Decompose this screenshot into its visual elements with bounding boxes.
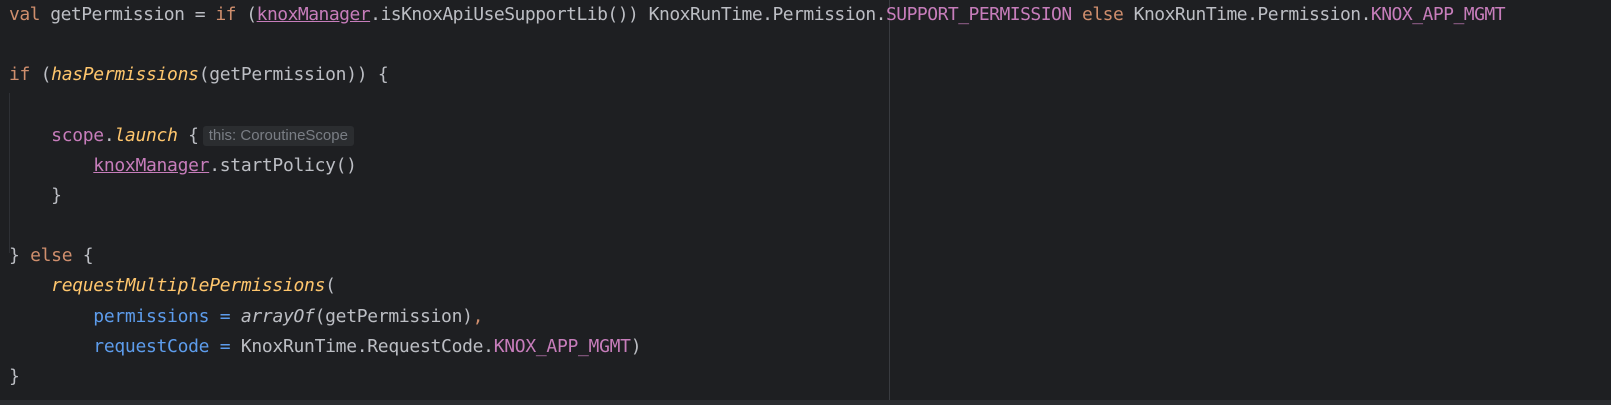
code-line-10[interactable]: } [9, 361, 20, 392]
horizontal-scrollbar[interactable] [0, 400, 1611, 405]
code-line-6[interactable]: } else { [9, 240, 94, 271]
code-line-4[interactable]: knoxManager.startPolicy() [9, 150, 357, 181]
keyword-val: val [9, 4, 40, 25]
support-permission-const: SUPPORT_PERMISSION [885, 4, 1072, 25]
inlay-hint-coroutine-scope: this: CoroutineScope [202, 126, 354, 146]
close-brace: } [9, 366, 20, 387]
scope-ref: scope [51, 125, 104, 146]
open-paren: ( [325, 275, 336, 296]
variable-declaration: getPermission = [39, 4, 216, 25]
permissions-param: permissions [93, 306, 210, 327]
code-line-1[interactable]: val getPermission = if (knoxManager.isKn… [9, 0, 1506, 30]
array-of-fn: arrayOf [240, 306, 315, 327]
knox-app-mgmt-const: KNOX_APP_MGMT [493, 336, 631, 357]
knox-manager-ref[interactable]: knoxManager [257, 4, 371, 25]
dot: . [103, 125, 115, 146]
open-brace: { [177, 125, 199, 146]
code-line-9[interactable]: requestCode = KnoxRunTime.RequestCode.KN… [9, 331, 641, 362]
code-line-8[interactable]: permissions = arrayOf(getPermission), [9, 301, 483, 332]
knox-app-mgmt-const: KNOX_APP_MGMT [1370, 4, 1506, 25]
permission-path: KnoxRunTime.Permission. [1123, 4, 1372, 25]
code-editor[interactable]: val getPermission = if (knoxManager.isKn… [0, 0, 1611, 405]
request-code-param: requestCode [93, 336, 210, 357]
close-brace: } [9, 185, 62, 206]
call-args: (getPermission)) { [198, 64, 389, 85]
open-paren: ( [235, 4, 257, 25]
open-brace: { [72, 245, 94, 266]
open-paren: ( [30, 64, 52, 85]
code-line-5[interactable]: } [9, 180, 62, 211]
method-call: .isKnoxApiUseSupportLib()) KnoxRunTime.P… [370, 4, 886, 25]
method-call: .startPolicy() [209, 155, 357, 176]
has-permissions-fn: hasPermissions [51, 64, 199, 85]
call-args: (getPermission) [314, 306, 473, 327]
close-brace: } [9, 245, 31, 266]
request-code-path: KnoxRunTime.RequestCode. [240, 336, 494, 357]
knox-manager-ref[interactable]: knoxManager [93, 155, 209, 176]
equals: = [209, 336, 241, 357]
code-line-2[interactable]: if (hasPermissions(getPermission)) { [9, 59, 389, 90]
keyword-else: else [1082, 4, 1124, 25]
keyword-if: if [215, 4, 236, 25]
right-margin-guide [889, 0, 890, 405]
request-multiple-permissions-fn: requestMultiplePermissions [51, 275, 326, 296]
code-line-7[interactable]: requestMultiplePermissions( [9, 270, 336, 301]
launch-fn: launch [114, 125, 178, 146]
keyword-else: else [30, 245, 73, 266]
keyword-if: if [9, 64, 31, 85]
close-paren: ) [630, 336, 642, 357]
equals: = [209, 306, 241, 327]
comma: , [472, 306, 484, 327]
code-line-3[interactable]: scope.launch {this: CoroutineScope [9, 120, 354, 151]
